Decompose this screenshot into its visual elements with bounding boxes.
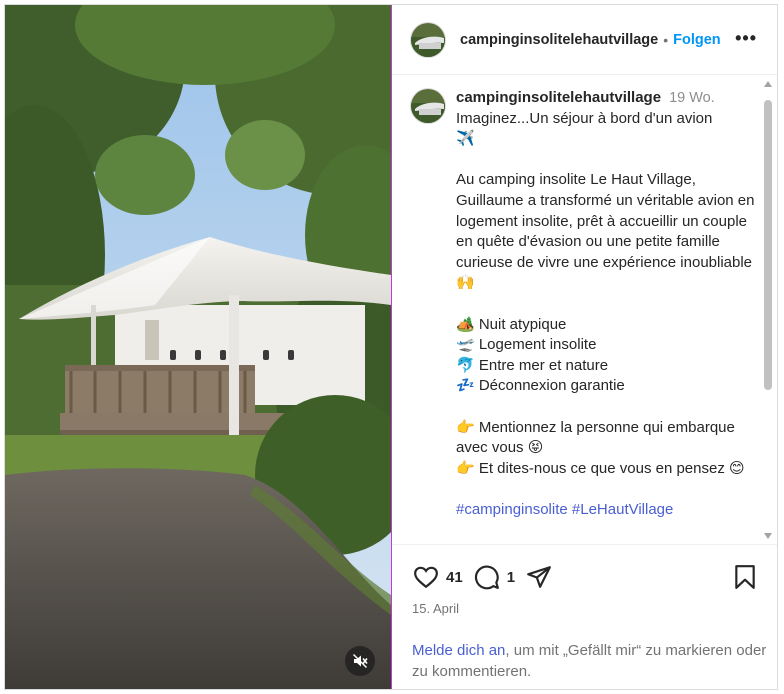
post-photo (5, 5, 391, 689)
caption-text: Imaginez...Un séjour à bord d'un avion ✈… (456, 109, 755, 477)
post-header: campinginsolitelehautvillage • Folgen ••… (392, 5, 777, 75)
header-username[interactable]: campinginsolitelehautvillage (460, 32, 658, 48)
share-button[interactable] (525, 563, 553, 591)
like-button[interactable] (412, 563, 440, 591)
speaker-muted-icon (353, 654, 368, 668)
comment-bubble-icon (474, 565, 499, 590)
hashtags-link[interactable]: #campinginsolite #LeHautVillage (456, 500, 756, 521)
follow-button[interactable]: Folgen (673, 32, 721, 48)
caption-body: campinginsolitelehautvillage 19 Wo. Imagi… (456, 88, 756, 520)
comment-button[interactable] (473, 563, 501, 591)
more-options-icon[interactable]: ••• (735, 29, 757, 47)
caption-username[interactable]: campinginsolitelehautvillage (456, 89, 661, 106)
post-actions: 41 1 15. April (392, 544, 777, 624)
login-link[interactable]: Melde dich an (412, 642, 505, 659)
comments-count[interactable]: 1 (507, 569, 515, 586)
heart-icon (414, 566, 438, 589)
comments-section[interactable]: campinginsolitelehautvillage 19 Wo. Imagi… (392, 76, 777, 544)
post-details-panel: campinginsolitelehautvillage • Folgen ••… (392, 5, 777, 689)
bookmark-icon (735, 565, 755, 589)
caption-time[interactable]: 19 Wo. (669, 90, 715, 106)
comments-scrollbar[interactable] (763, 76, 773, 544)
profile-avatar[interactable] (410, 21, 446, 58)
save-button[interactable] (731, 563, 759, 591)
profile-avatar-image (411, 22, 445, 57)
instagram-post-dialog: campinginsolitelehautvillage • Folgen ••… (4, 4, 778, 690)
paper-plane-icon (527, 566, 551, 588)
post-media-video[interactable] (5, 5, 391, 689)
follow-separator: • (663, 31, 669, 48)
likes-count[interactable]: 41 (446, 569, 463, 586)
scroll-up-arrow-icon[interactable] (764, 81, 772, 87)
caption: campinginsolitelehautvillage 19 Wo. Imagi… (410, 88, 756, 520)
post-date[interactable]: 15. April (412, 601, 459, 616)
caption-avatar[interactable] (410, 88, 446, 124)
caption-avatar-image (411, 89, 445, 123)
mute-toggle-button[interactable] (345, 646, 375, 676)
action-row: 41 1 (412, 563, 553, 591)
scroll-down-arrow-icon[interactable] (764, 533, 772, 539)
scrollbar-thumb[interactable] (764, 100, 772, 390)
login-prompt: Melde dich an, um mit „Gefällt mir“ zu m… (412, 640, 768, 682)
